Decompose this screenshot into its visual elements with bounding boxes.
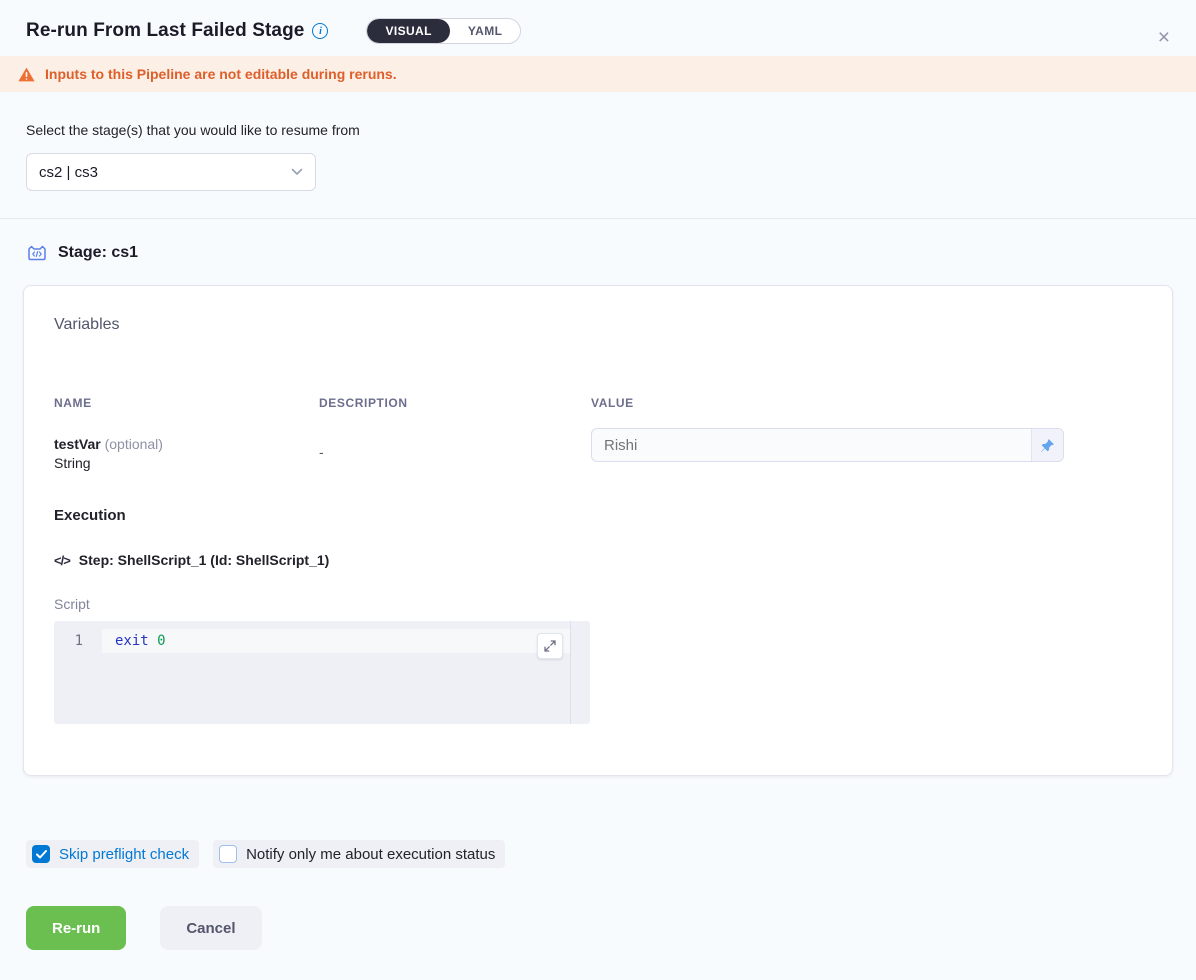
stage-select-value: cs2 | cs3 bbox=[39, 164, 291, 181]
skip-preflight-checkbox[interactable] bbox=[32, 845, 50, 863]
toggle-yaml[interactable]: YAML bbox=[450, 19, 521, 43]
cancel-button[interactable]: Cancel bbox=[160, 906, 261, 950]
table-row-name-cell: testVar (optional) String bbox=[54, 436, 319, 471]
variables-heading: Variables bbox=[54, 316, 1142, 334]
code-line: 1 exit 0 bbox=[54, 629, 590, 653]
variable-type: String bbox=[54, 455, 319, 471]
step-title: Step: ShellScript_1 (Id: ShellScript_1) bbox=[79, 552, 330, 568]
stage-select-section: Select the stage(s) that you would like … bbox=[0, 92, 1196, 219]
stage-inputs-card: Variables NAME DESCRIPTION VALUE testVar… bbox=[23, 285, 1173, 776]
dialog-footer: Re-run Cancel bbox=[26, 906, 1196, 950]
check-icon bbox=[36, 850, 47, 859]
toggle-visual[interactable]: VISUAL bbox=[367, 19, 449, 43]
pin-button[interactable] bbox=[1031, 429, 1063, 461]
stage-select-label: Select the stage(s) that you would like … bbox=[26, 122, 1170, 138]
shell-script-icon: </> bbox=[54, 553, 70, 568]
notify-only-me-label: Notify only me about execution status bbox=[246, 846, 495, 863]
stage-title: Stage: cs1 bbox=[58, 244, 138, 262]
skip-preflight-option[interactable]: Skip preflight check bbox=[26, 840, 199, 868]
column-header-name: NAME bbox=[54, 396, 319, 410]
notify-only-me-option[interactable]: Notify only me about execution status bbox=[213, 840, 505, 868]
skip-preflight-label: Skip preflight check bbox=[59, 846, 189, 863]
expand-icon bbox=[544, 640, 556, 652]
pin-icon bbox=[1040, 438, 1055, 453]
line-number: 1 bbox=[54, 629, 102, 653]
execution-heading: Execution bbox=[54, 507, 1142, 524]
variable-value-input[interactable] bbox=[592, 429, 1031, 461]
custom-stage-icon bbox=[26, 243, 48, 263]
stage-heading-row: Stage: cs1 bbox=[26, 243, 1170, 263]
variable-optional-tag: (optional) bbox=[105, 436, 163, 452]
stage-select-dropdown[interactable]: cs2 | cs3 bbox=[26, 153, 316, 191]
code-content: exit 0 bbox=[102, 629, 570, 653]
expand-editor-button[interactable] bbox=[537, 633, 563, 659]
notify-only-me-checkbox[interactable] bbox=[219, 845, 237, 863]
visual-yaml-toggle: VISUAL YAML bbox=[366, 18, 521, 44]
rerun-dialog: Re-run From Last Failed Stage i VISUAL Y… bbox=[0, 0, 1196, 980]
column-header-value: VALUE bbox=[591, 396, 1064, 410]
script-label: Script bbox=[54, 596, 1142, 612]
variables-table: NAME DESCRIPTION VALUE testVar (optional… bbox=[54, 396, 1142, 471]
dialog-header: Re-run From Last Failed Stage i VISUAL Y… bbox=[0, 0, 1196, 56]
warning-icon bbox=[18, 67, 35, 82]
close-icon[interactable]: × bbox=[1158, 27, 1170, 48]
rerun-button[interactable]: Re-run bbox=[26, 906, 126, 950]
dialog-title: Re-run From Last Failed Stage bbox=[26, 20, 304, 42]
options-row: Skip preflight check Notify only me abou… bbox=[26, 840, 1196, 868]
column-header-description: DESCRIPTION bbox=[319, 396, 591, 410]
title-wrap: Re-run From Last Failed Stage i bbox=[26, 20, 328, 42]
variable-description: - bbox=[319, 436, 591, 460]
chevron-down-icon bbox=[291, 168, 303, 176]
variable-name: testVar (optional) bbox=[54, 436, 319, 452]
warning-text: Inputs to this Pipeline are not editable… bbox=[45, 66, 397, 82]
script-code-editor[interactable]: 1 exit 0 bbox=[54, 621, 590, 724]
step-row: </> Step: ShellScript_1 (Id: ShellScript… bbox=[54, 552, 1142, 568]
variable-value-group bbox=[591, 428, 1064, 462]
warning-banner: Inputs to this Pipeline are not editable… bbox=[0, 56, 1196, 92]
info-icon[interactable]: i bbox=[312, 23, 328, 39]
